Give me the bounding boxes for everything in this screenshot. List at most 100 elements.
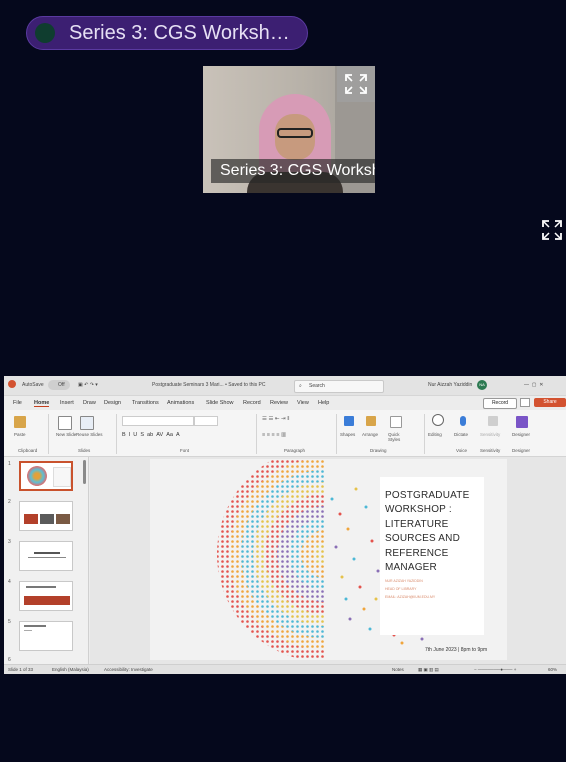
group-drawing: Drawing: [370, 448, 387, 453]
heading-line: WORKSHOP :: [385, 504, 452, 516]
sensitivity-icon[interactable]: [488, 416, 498, 426]
ribbon-separator: [256, 414, 257, 454]
meeting-title: Series 3: CGS Worksh…: [69, 21, 290, 44]
fullscreen-icon[interactable]: [337, 66, 375, 102]
group-designer: Designer: [512, 448, 531, 453]
comments-icon[interactable]: [520, 398, 530, 407]
editing-search-icon[interactable]: [432, 414, 444, 426]
thumbnail-number: 5: [8, 619, 11, 625]
zoom-slider[interactable]: − ───────●─── +: [474, 667, 516, 672]
font-size-box[interactable]: [194, 416, 218, 426]
designer-icon[interactable]: [516, 416, 528, 428]
new-slide-label: New Slide: [56, 432, 77, 437]
designer-label: Designer: [512, 432, 531, 437]
user-name: Nur Aizzah Yaziddin: [428, 382, 473, 388]
tab-insert[interactable]: Insert: [60, 400, 74, 406]
slide-thumbnails-pane[interactable]: 1 2 3 4 5 6: [4, 457, 89, 664]
search-icon: ⌕: [299, 383, 302, 389]
group-clipboard: Clipboard: [18, 448, 38, 453]
ribbon-separator: [48, 414, 49, 454]
heading-line: POSTGRADUATE: [385, 490, 470, 501]
heading-line: SOURCES AND: [385, 533, 460, 545]
slide-thumbnail-2[interactable]: [19, 501, 73, 531]
shapes-icon[interactable]: [344, 416, 354, 426]
font-format-icons[interactable]: B I U S ab AV Aa A: [122, 432, 180, 438]
arrange-icon[interactable]: [366, 416, 376, 426]
status-bar: Slide 1 of 33 English (Malaysia) Accessi…: [4, 664, 566, 674]
quick-styles-icon[interactable]: [390, 416, 402, 428]
microphone-icon[interactable]: [460, 416, 466, 426]
slide-editing-area[interactable]: POSTGRADUATE WORKSHOP : LITERATURE SOURC…: [90, 457, 566, 664]
alignment-icons[interactable]: ≡ ≡ ≡ ≡ ▥: [262, 432, 286, 438]
slide-thumbnail-1[interactable]: [19, 461, 73, 491]
new-slide-icon[interactable]: [58, 416, 72, 430]
slide-thumbnail-4[interactable]: [19, 581, 73, 611]
language-label[interactable]: English (Malaysia): [52, 667, 89, 672]
heading-line: MANAGER: [385, 562, 437, 574]
ribbon-separator: [116, 414, 117, 454]
tab-draw[interactable]: Draw: [83, 400, 96, 406]
tab-help[interactable]: Help: [318, 400, 329, 406]
autosave-label: AutoSave: [22, 382, 44, 388]
dictate-label: Dictate: [454, 432, 469, 437]
ribbon-tabs: File Home Insert Draw Design Transitions…: [4, 397, 566, 409]
thumbnail-number: 3: [8, 539, 11, 545]
document-title: Postgraduate Seminars 3 Mari... • Saved …: [152, 382, 266, 388]
meeting-status-dot: [35, 23, 55, 43]
thumbnail-scrollbar[interactable]: [83, 460, 86, 484]
tab-home[interactable]: Home: [34, 400, 50, 407]
current-slide[interactable]: POSTGRADUATE WORKSHOP : LITERATURE SOURC…: [150, 459, 507, 660]
quick-styles-label: Quick Styles: [388, 432, 401, 442]
shapes-label: Shapes: [340, 432, 356, 437]
tab-record[interactable]: Record: [243, 400, 261, 406]
group-font: Font: [180, 448, 190, 453]
meeting-title-pill[interactable]: Series 3: CGS Worksh…: [26, 16, 308, 50]
search-box[interactable]: ⌕ Search: [294, 380, 384, 393]
zoom-level[interactable]: 60%: [548, 667, 557, 672]
record-button[interactable]: Record: [483, 398, 517, 409]
paste-icon[interactable]: [14, 416, 26, 428]
thumbnail-number: 6: [8, 657, 11, 663]
sensitivity-label: Sensitivity: [480, 432, 501, 437]
shared-screen[interactable]: AutoSave Off ▣ ↶ ↷ ▾ Postgraduate Semina…: [4, 376, 566, 674]
tab-animations[interactable]: Animations: [167, 400, 194, 406]
expand-view-icon[interactable]: [540, 218, 564, 242]
slide-email: EMAIL: AZIZAH@IIUM.EDU.MY: [385, 595, 436, 599]
save-icon[interactable]: ▣ ↶ ↷ ▾: [78, 382, 98, 388]
editing-label: Editing: [428, 432, 442, 437]
thumbnail-number: 1: [8, 461, 11, 467]
slide-role: HEAD OF LIBRARY: [385, 587, 417, 591]
search-placeholder: Search: [309, 383, 325, 389]
slide-presenter: NUR AZIZAH YAZIDDIN: [385, 579, 423, 583]
group-voice: Voice: [456, 448, 468, 453]
participant-glasses: [277, 128, 313, 138]
heading-line: LITERATURE: [385, 518, 449, 530]
ribbon-home: Paste New Slide Reuse Slides B I U S ab …: [4, 410, 566, 457]
heading-line: REFERENCE: [385, 547, 449, 559]
tab-design[interactable]: Design: [104, 400, 121, 406]
share-button[interactable]: Share: [534, 398, 566, 407]
window-controls[interactable]: — ▢ ✕: [524, 382, 543, 388]
tab-view[interactable]: View: [297, 400, 309, 406]
slide-thumbnail-3[interactable]: [19, 541, 73, 571]
powerpoint-titlebar: AutoSave Off ▣ ↶ ↷ ▾ Postgraduate Semina…: [4, 376, 566, 396]
tab-review[interactable]: Review: [270, 400, 288, 406]
notes-button[interactable]: Notes: [392, 667, 404, 672]
slide-thumbnail-5[interactable]: [19, 621, 73, 651]
font-name-box[interactable]: [122, 416, 194, 426]
tab-transitions[interactable]: Transitions: [132, 400, 159, 406]
accessibility-label[interactable]: Accessibility: Investigate: [104, 667, 153, 672]
autosave-state: Off: [58, 382, 65, 388]
user-avatar[interactable]: NA: [477, 380, 487, 390]
paragraph-icons[interactable]: ☰ ☰ ⇤ ⇥ ‖: [262, 416, 289, 422]
group-paragraph: Paragraph: [284, 448, 306, 453]
tab-slide-show[interactable]: Slide Show: [206, 400, 234, 406]
participant-name-label: Series 3: CGS Worksh: [211, 159, 375, 183]
reuse-slides-icon[interactable]: [80, 416, 94, 430]
participant-video-tile[interactable]: Series 3: CGS Worksh: [203, 66, 375, 193]
ribbon-separator: [336, 414, 337, 454]
view-icons[interactable]: ▦ ▣ ▥ ▤: [418, 667, 439, 673]
slide-date: 7th June 2023 | 8pm to 9pm: [425, 647, 488, 653]
tab-file[interactable]: File: [13, 400, 22, 406]
paste-label: Paste: [14, 432, 26, 437]
